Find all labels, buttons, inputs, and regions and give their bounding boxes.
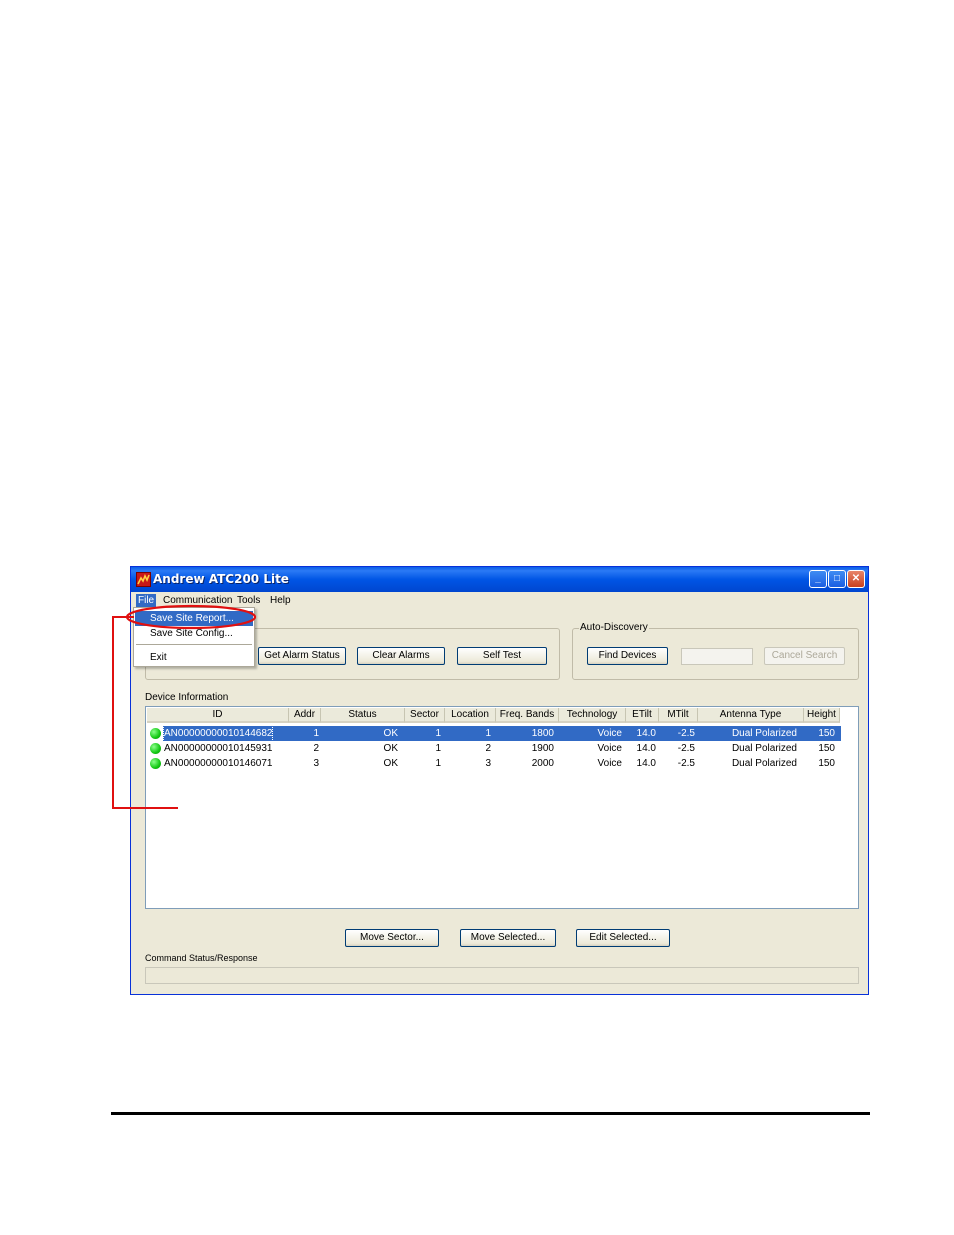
cell-sector: 1 xyxy=(435,728,441,739)
cell-id: AN00000000010145931 xyxy=(164,743,273,754)
cell-status: OK xyxy=(383,728,398,739)
cell-mtilt: -2.5 xyxy=(677,758,695,769)
cell-freq-bands: 1800 xyxy=(531,728,554,739)
column-header-height[interactable]: Height xyxy=(804,708,840,723)
cell-addr: 3 xyxy=(313,758,319,769)
app-logo-icon xyxy=(136,572,151,587)
cell-status: OK xyxy=(383,743,398,754)
cell-location: 1 xyxy=(485,728,491,739)
column-header-etilt[interactable]: ETilt xyxy=(626,708,659,723)
self-test-button[interactable]: Self Test xyxy=(457,647,547,665)
move-sector-button[interactable]: Move Sector... xyxy=(345,929,439,947)
cell-technology: Voice xyxy=(597,743,622,754)
column-header-location[interactable]: Location xyxy=(445,708,496,723)
table-row[interactable]: AN00000000010146071 3 OK 1 3 2000 Voice … xyxy=(147,756,858,771)
cell-status: OK xyxy=(383,758,398,769)
cell-freq-bands: 1900 xyxy=(531,743,554,754)
cell-etilt: 14.0 xyxy=(636,758,656,769)
menu-help[interactable]: Help xyxy=(268,594,293,607)
cell-etilt: 14.0 xyxy=(636,728,656,739)
cell-addr: 2 xyxy=(313,743,319,754)
table-row[interactable]: AN00000000010145931 2 OK 1 2 1900 Voice … xyxy=(147,741,858,756)
page-divider-rule xyxy=(111,1112,870,1115)
get-alarm-status-button[interactable]: Get Alarm Status xyxy=(258,647,346,665)
cell-height: 150 xyxy=(818,728,835,739)
cancel-search-button: Cancel Search xyxy=(764,647,845,665)
column-header-addr[interactable]: Addr xyxy=(289,708,321,723)
column-header-status[interactable]: Status xyxy=(321,708,405,723)
window-title: Andrew ATC200 Lite xyxy=(153,572,289,586)
column-header-sector[interactable]: Sector xyxy=(405,708,445,723)
column-header-technology[interactable]: Technology xyxy=(559,708,626,723)
cell-id: AN00000000010144682 xyxy=(162,725,274,742)
cell-mtilt: -2.5 xyxy=(677,728,695,739)
column-header-mtilt[interactable]: MTilt xyxy=(659,708,698,723)
clear-alarms-button[interactable]: Clear Alarms xyxy=(357,647,445,665)
cell-height: 150 xyxy=(818,743,835,754)
cell-sector: 1 xyxy=(435,758,441,769)
cell-freq-bands: 2000 xyxy=(531,758,554,769)
cell-location: 3 xyxy=(485,758,491,769)
cell-height: 150 xyxy=(818,758,835,769)
cell-location: 2 xyxy=(485,743,491,754)
command-status-field xyxy=(145,967,859,984)
cell-antenna-type: Dual Polarized xyxy=(731,743,797,754)
cell-addr: 1 xyxy=(313,728,319,739)
cell-mtilt: -2.5 xyxy=(677,743,695,754)
discovery-progress-field[interactable] xyxy=(681,648,753,665)
move-selected-button[interactable]: Move Selected... xyxy=(460,929,556,947)
auto-discovery-group: Auto-Discovery Find Devices Cancel Searc… xyxy=(572,622,859,680)
cell-sector: 1 xyxy=(435,743,441,754)
cell-antenna-type: Dual Polarized xyxy=(731,728,797,739)
close-button[interactable]: ✕ xyxy=(847,570,865,588)
column-header-freq-bands[interactable]: Freq. Bands xyxy=(496,708,559,723)
auto-discovery-label: Auto-Discovery xyxy=(579,622,649,633)
cell-technology: Voice xyxy=(597,728,622,739)
column-header-antenna-type[interactable]: Antenna Type xyxy=(698,708,804,723)
annotation-callout-line xyxy=(112,616,178,809)
cell-antenna-type: Dual Polarized xyxy=(731,758,797,769)
table-row[interactable]: AN00000000010144682 1 OK 1 1 1800 Voice … xyxy=(147,725,858,742)
cell-technology: Voice xyxy=(597,758,622,769)
find-devices-button[interactable]: Find Devices xyxy=(587,647,668,665)
maximize-button[interactable]: □ xyxy=(828,570,846,588)
minimize-button[interactable]: _ xyxy=(809,570,827,588)
cell-etilt: 14.0 xyxy=(636,743,656,754)
title-bar[interactable]: Andrew ATC200 Lite _ □ ✕ xyxy=(131,567,868,592)
cell-id: AN00000000010146071 xyxy=(164,758,273,769)
edit-selected-button[interactable]: Edit Selected... xyxy=(576,929,670,947)
command-status-label: Command Status/Response xyxy=(145,953,258,963)
device-list[interactable]: ID Addr Status Sector Location Freq. Ban… xyxy=(145,706,859,909)
